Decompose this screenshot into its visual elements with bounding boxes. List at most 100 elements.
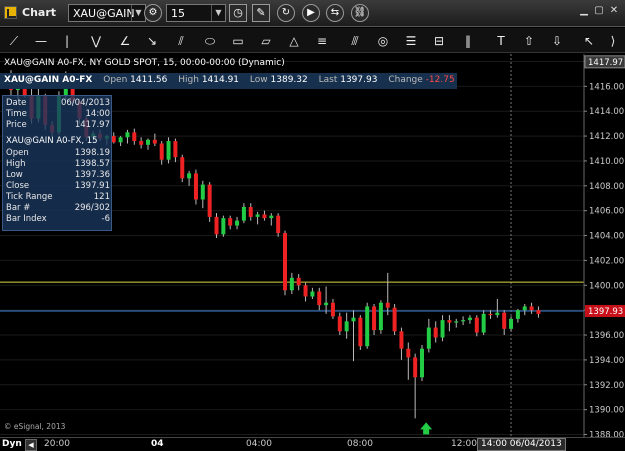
channel-tool-icon[interactable]: ≡: [313, 32, 331, 50]
candle-body: [447, 320, 452, 323]
candle-body: [385, 302, 390, 308]
candle-body: [495, 312, 500, 316]
refresh-icon[interactable]: ↻: [277, 4, 295, 22]
price-tick-label: 1400.00: [589, 281, 624, 291]
candle-body: [324, 302, 329, 306]
dw-date-row: Date 06/04/2013: [6, 98, 110, 108]
more-tools-icon[interactable]: ⟩: [604, 32, 622, 50]
quote-open: 1411.56: [130, 75, 168, 85]
trendline-tool-icon[interactable]: ⟋: [5, 32, 23, 50]
angle-tool-icon[interactable]: ∠: [116, 32, 134, 50]
price-tick-label: 1396.00: [589, 331, 624, 341]
circle-tool-icon[interactable]: ◎: [374, 32, 392, 50]
data-window[interactable]: Date 06/04/2013 Time 14:00 Price 1417.97 XA…: [2, 95, 112, 231]
candle-body: [426, 327, 431, 349]
candle-body: [125, 132, 130, 138]
candle-body: [502, 312, 507, 329]
pencil-icon[interactable]: ✎: [252, 4, 270, 22]
chart-area[interactable]: 1418.001416.001414.001412.001410.001408.…: [0, 54, 625, 441]
scroll-left-icon[interactable]: ◀: [25, 439, 37, 451]
drawing-toolbar: ⟋ — | ⋁ ∠ ↘ ⫽ ⬭ ▭ ▱ △ ≡ ⫻ ◎ ☰ ⊟ ‖ T ⇧ ⇩ …: [0, 28, 625, 53]
andrews-pitchfork-icon[interactable]: ⫻: [346, 32, 364, 50]
dw-time: 14:00: [85, 109, 111, 119]
quote-low-label: Low: [249, 75, 268, 85]
candle-body: [474, 317, 479, 333]
rectangle-tool-icon[interactable]: ▭: [229, 32, 247, 50]
quote-low: 1389.32: [270, 75, 308, 85]
price-tick-label: 1394.00: [589, 356, 624, 366]
candle-body: [152, 139, 157, 144]
cursor-tool-icon[interactable]: ↖: [580, 32, 598, 50]
link-icon[interactable]: ⛓: [351, 4, 369, 22]
gann-tool-icon[interactable]: ⊟: [430, 32, 448, 50]
triangle-tool-icon[interactable]: △: [285, 32, 303, 50]
fibonacci-tool-icon[interactable]: ☰: [402, 32, 420, 50]
gear-icon[interactable]: ⚙: [144, 4, 162, 22]
price-tick-label: 1416.00: [589, 82, 624, 92]
symbol-input[interactable]: XAU@GAIN ▼: [68, 4, 146, 22]
candle-body: [200, 184, 205, 200]
candle-body: [132, 132, 137, 142]
dw-open-label: Open: [6, 148, 29, 158]
symbol-quote-bar: XAU@GAIN A0-FX Open 1411.56 High 1414.91…: [0, 73, 457, 89]
candle-body: [515, 310, 520, 319]
dw-price: 1417.97: [74, 120, 110, 130]
scroll-icon[interactable]: ⇆: [326, 4, 344, 22]
time-label: 12:00: [451, 439, 477, 449]
candle-body: [166, 141, 171, 160]
play-icon[interactable]: ▶: [302, 4, 320, 22]
window-title: Chart: [22, 6, 57, 19]
candle-body: [180, 157, 185, 179]
candle-body: [214, 216, 219, 235]
dw-time-label: Time: [6, 109, 27, 119]
horizontal-line-tool-icon[interactable]: —: [32, 32, 50, 50]
dyn-label[interactable]: Dyn: [2, 439, 22, 449]
candle-body: [509, 318, 514, 329]
vertical-line-tool-icon[interactable]: |: [58, 32, 76, 50]
quote-symbol: XAU@GAIN A0-FX: [4, 75, 93, 85]
chevron-down-icon[interactable]: ▼: [131, 5, 145, 21]
dw-bar-index: -6: [101, 214, 110, 224]
dw-bar-index-label: Bar Index: [6, 214, 47, 224]
candle-body: [146, 139, 150, 145]
dw-low-row: Low 1397.36: [6, 170, 110, 180]
candle-body: [420, 348, 424, 378]
clock-icon[interactable]: ◷: [229, 4, 247, 22]
interval-input[interactable]: 15 ▼: [166, 4, 226, 22]
up-arrow-tool-icon[interactable]: ⇧: [520, 32, 538, 50]
candle-body: [529, 306, 534, 311]
dw-high-row: High 1398.57: [6, 159, 110, 169]
fan-tool-icon[interactable]: ⫽: [172, 32, 190, 50]
ellipse-tool-icon[interactable]: ⬭: [201, 32, 219, 50]
symbol-description: XAU@GAIN A0-FX, NY GOLD SPOT, 15, 00:00-…: [4, 58, 285, 68]
cycle-lines-icon[interactable]: ‖: [459, 32, 477, 50]
time-axis[interactable]: Dyn ◀ 20:00 04 04:00 08:00 12:00 14:00 0…: [0, 437, 625, 451]
dw-high-label: High: [6, 159, 26, 169]
cursor-time-label: 14:00 06/04/2013: [477, 438, 566, 451]
candle-body: [193, 173, 198, 200]
title-bar: Chart XAU@GAIN ▼ ⚙ 15 ▼ ◷ ✎ ↻ ▶ ⇆ ⛓ ▁ ▢ …: [0, 0, 625, 27]
time-label: 04:00: [246, 439, 272, 449]
maximize-icon[interactable]: ▢: [592, 4, 606, 18]
arrow-line-tool-icon[interactable]: ↘: [143, 32, 161, 50]
quote-last-label: Last: [318, 75, 338, 85]
quote-high: 1414.91: [201, 75, 240, 85]
dw-bar-index-row: Bar Index -6: [6, 214, 110, 224]
candle-body: [262, 214, 267, 219]
minimize-icon[interactable]: ▁: [577, 4, 591, 18]
candle-body: [488, 313, 493, 316]
candle-body: [337, 316, 342, 332]
parallelogram-tool-icon[interactable]: ▱: [257, 32, 275, 50]
candle-body: [378, 302, 383, 331]
dw-price-row: Price 1417.97: [6, 120, 110, 130]
dw-tick-range: 121: [93, 192, 110, 202]
price-tick-label: 1390.00: [589, 406, 624, 416]
text-tool-icon[interactable]: T: [492, 32, 510, 50]
dw-tick-range-row: Tick Range 121: [6, 192, 110, 202]
cursor-price-label: 1417.97: [588, 58, 623, 68]
multiline-tool-icon[interactable]: ⋁: [87, 32, 105, 50]
down-arrow-tool-icon[interactable]: ⇩: [548, 32, 566, 50]
candle-body: [111, 136, 116, 143]
chevron-down-icon[interactable]: ▼: [211, 5, 225, 21]
close-icon[interactable]: ✕: [607, 4, 621, 18]
